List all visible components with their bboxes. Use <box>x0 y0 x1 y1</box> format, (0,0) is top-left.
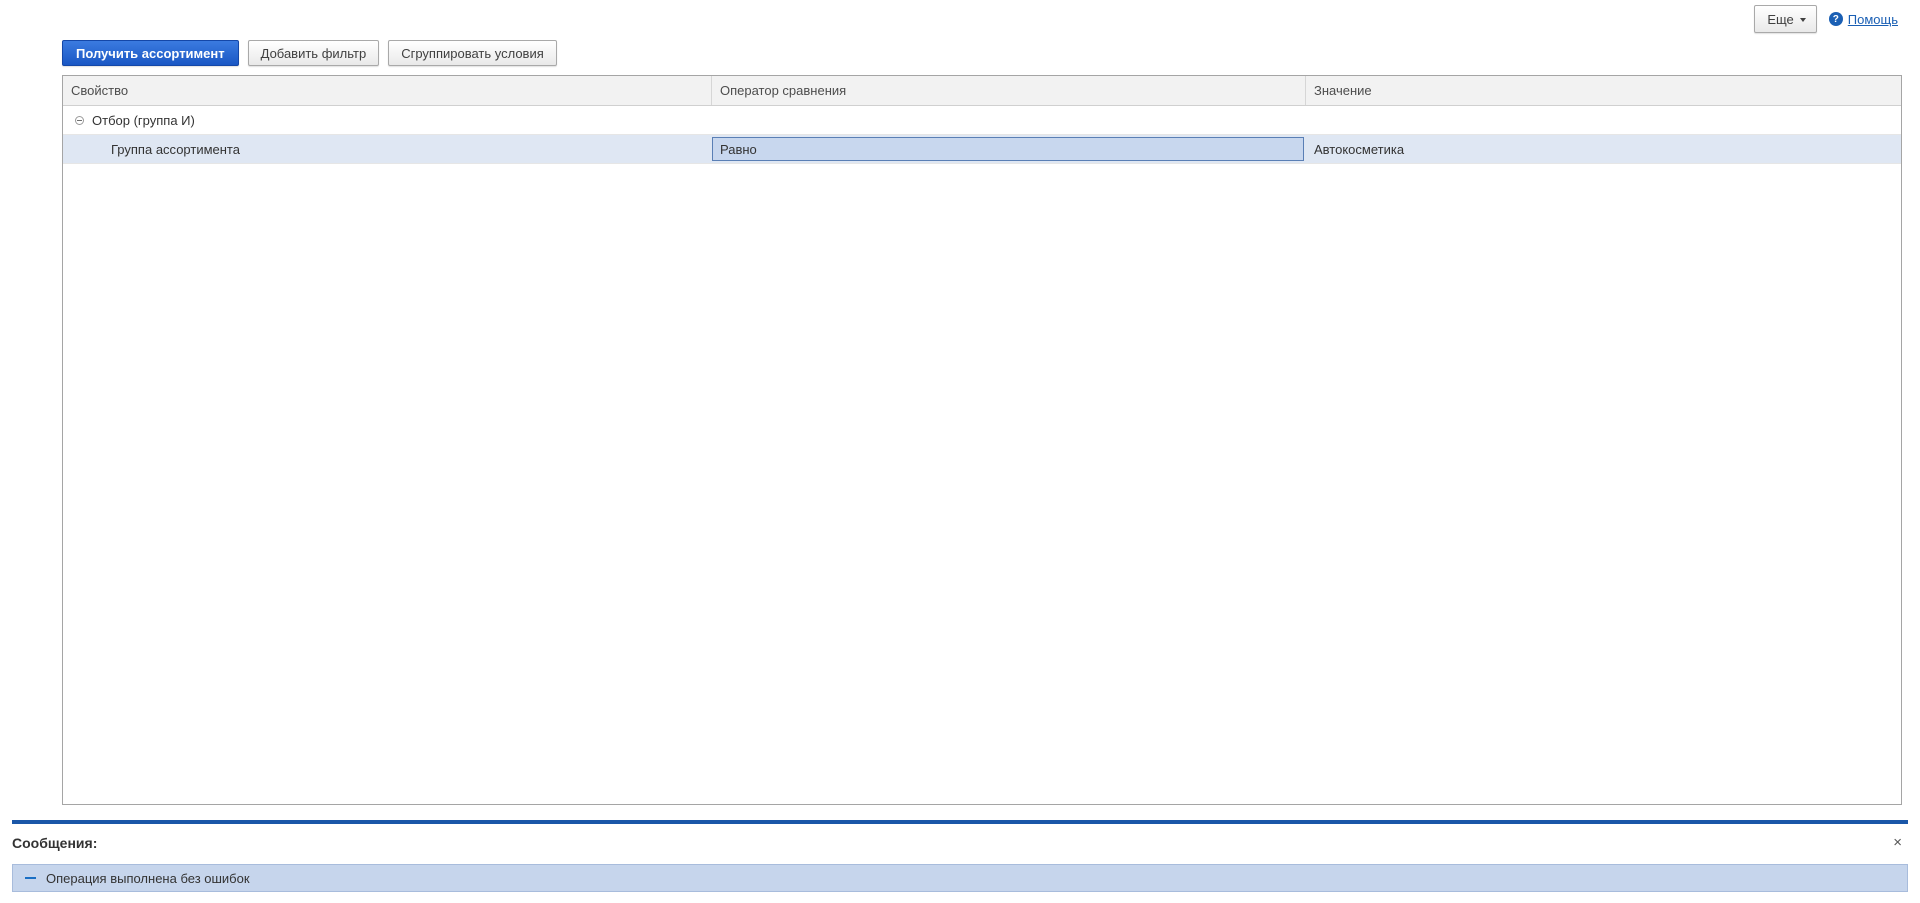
toolbar: Получить ассортимент Добавить фильтр Сгр… <box>62 40 557 66</box>
table-row[interactable]: Группа ассортимента Равно Автокосметика <box>63 135 1901 164</box>
get-assortment-button[interactable]: Получить ассортимент <box>62 40 239 66</box>
minus-icon <box>25 877 36 879</box>
table-header: Свойство Оператор сравнения Значение <box>63 76 1901 106</box>
column-header-property[interactable]: Свойство <box>63 76 712 105</box>
more-button[interactable]: Еще <box>1754 5 1817 33</box>
messages-divider <box>12 820 1908 824</box>
operator-cell[interactable]: Равно <box>712 135 1306 163</box>
filter-table: Свойство Оператор сравнения Значение Отб… <box>62 75 1902 805</box>
top-right-controls: Еще ? Помощь <box>1754 5 1898 33</box>
help-link[interactable]: ? Помощь <box>1828 12 1898 27</box>
message-item[interactable]: Операция выполнена без ошибок <box>12 864 1908 892</box>
operator-field[interactable]: Равно <box>712 137 1304 161</box>
column-header-operator[interactable]: Оператор сравнения <box>712 76 1306 105</box>
value-cell[interactable]: Автокосметика <box>1306 135 1901 163</box>
group-row-property-cell: Отбор (группа И) <box>63 106 712 134</box>
help-link-label[interactable]: Помощь <box>1848 12 1898 27</box>
close-icon[interactable]: × <box>1893 834 1902 851</box>
messages-title: Сообщения: <box>12 835 98 851</box>
message-text: Операция выполнена без ошибок <box>46 870 250 886</box>
chevron-down-icon <box>1799 18 1806 22</box>
group-row-operator-cell <box>712 106 1306 134</box>
help-icon: ? <box>1828 12 1843 26</box>
group-row[interactable]: Отбор (группа И) <box>63 106 1901 135</box>
group-row-label: Отбор (группа И) <box>92 112 195 128</box>
property-cell[interactable]: Группа ассортимента <box>63 135 712 163</box>
collapse-icon[interactable] <box>75 115 84 125</box>
column-header-value[interactable]: Значение <box>1306 76 1901 105</box>
add-filter-button[interactable]: Добавить фильтр <box>247 40 380 66</box>
group-row-value-cell <box>1306 106 1901 134</box>
group-conditions-button[interactable]: Сгруппировать условия <box>388 40 557 66</box>
more-button-label: Еще <box>1767 11 1794 27</box>
